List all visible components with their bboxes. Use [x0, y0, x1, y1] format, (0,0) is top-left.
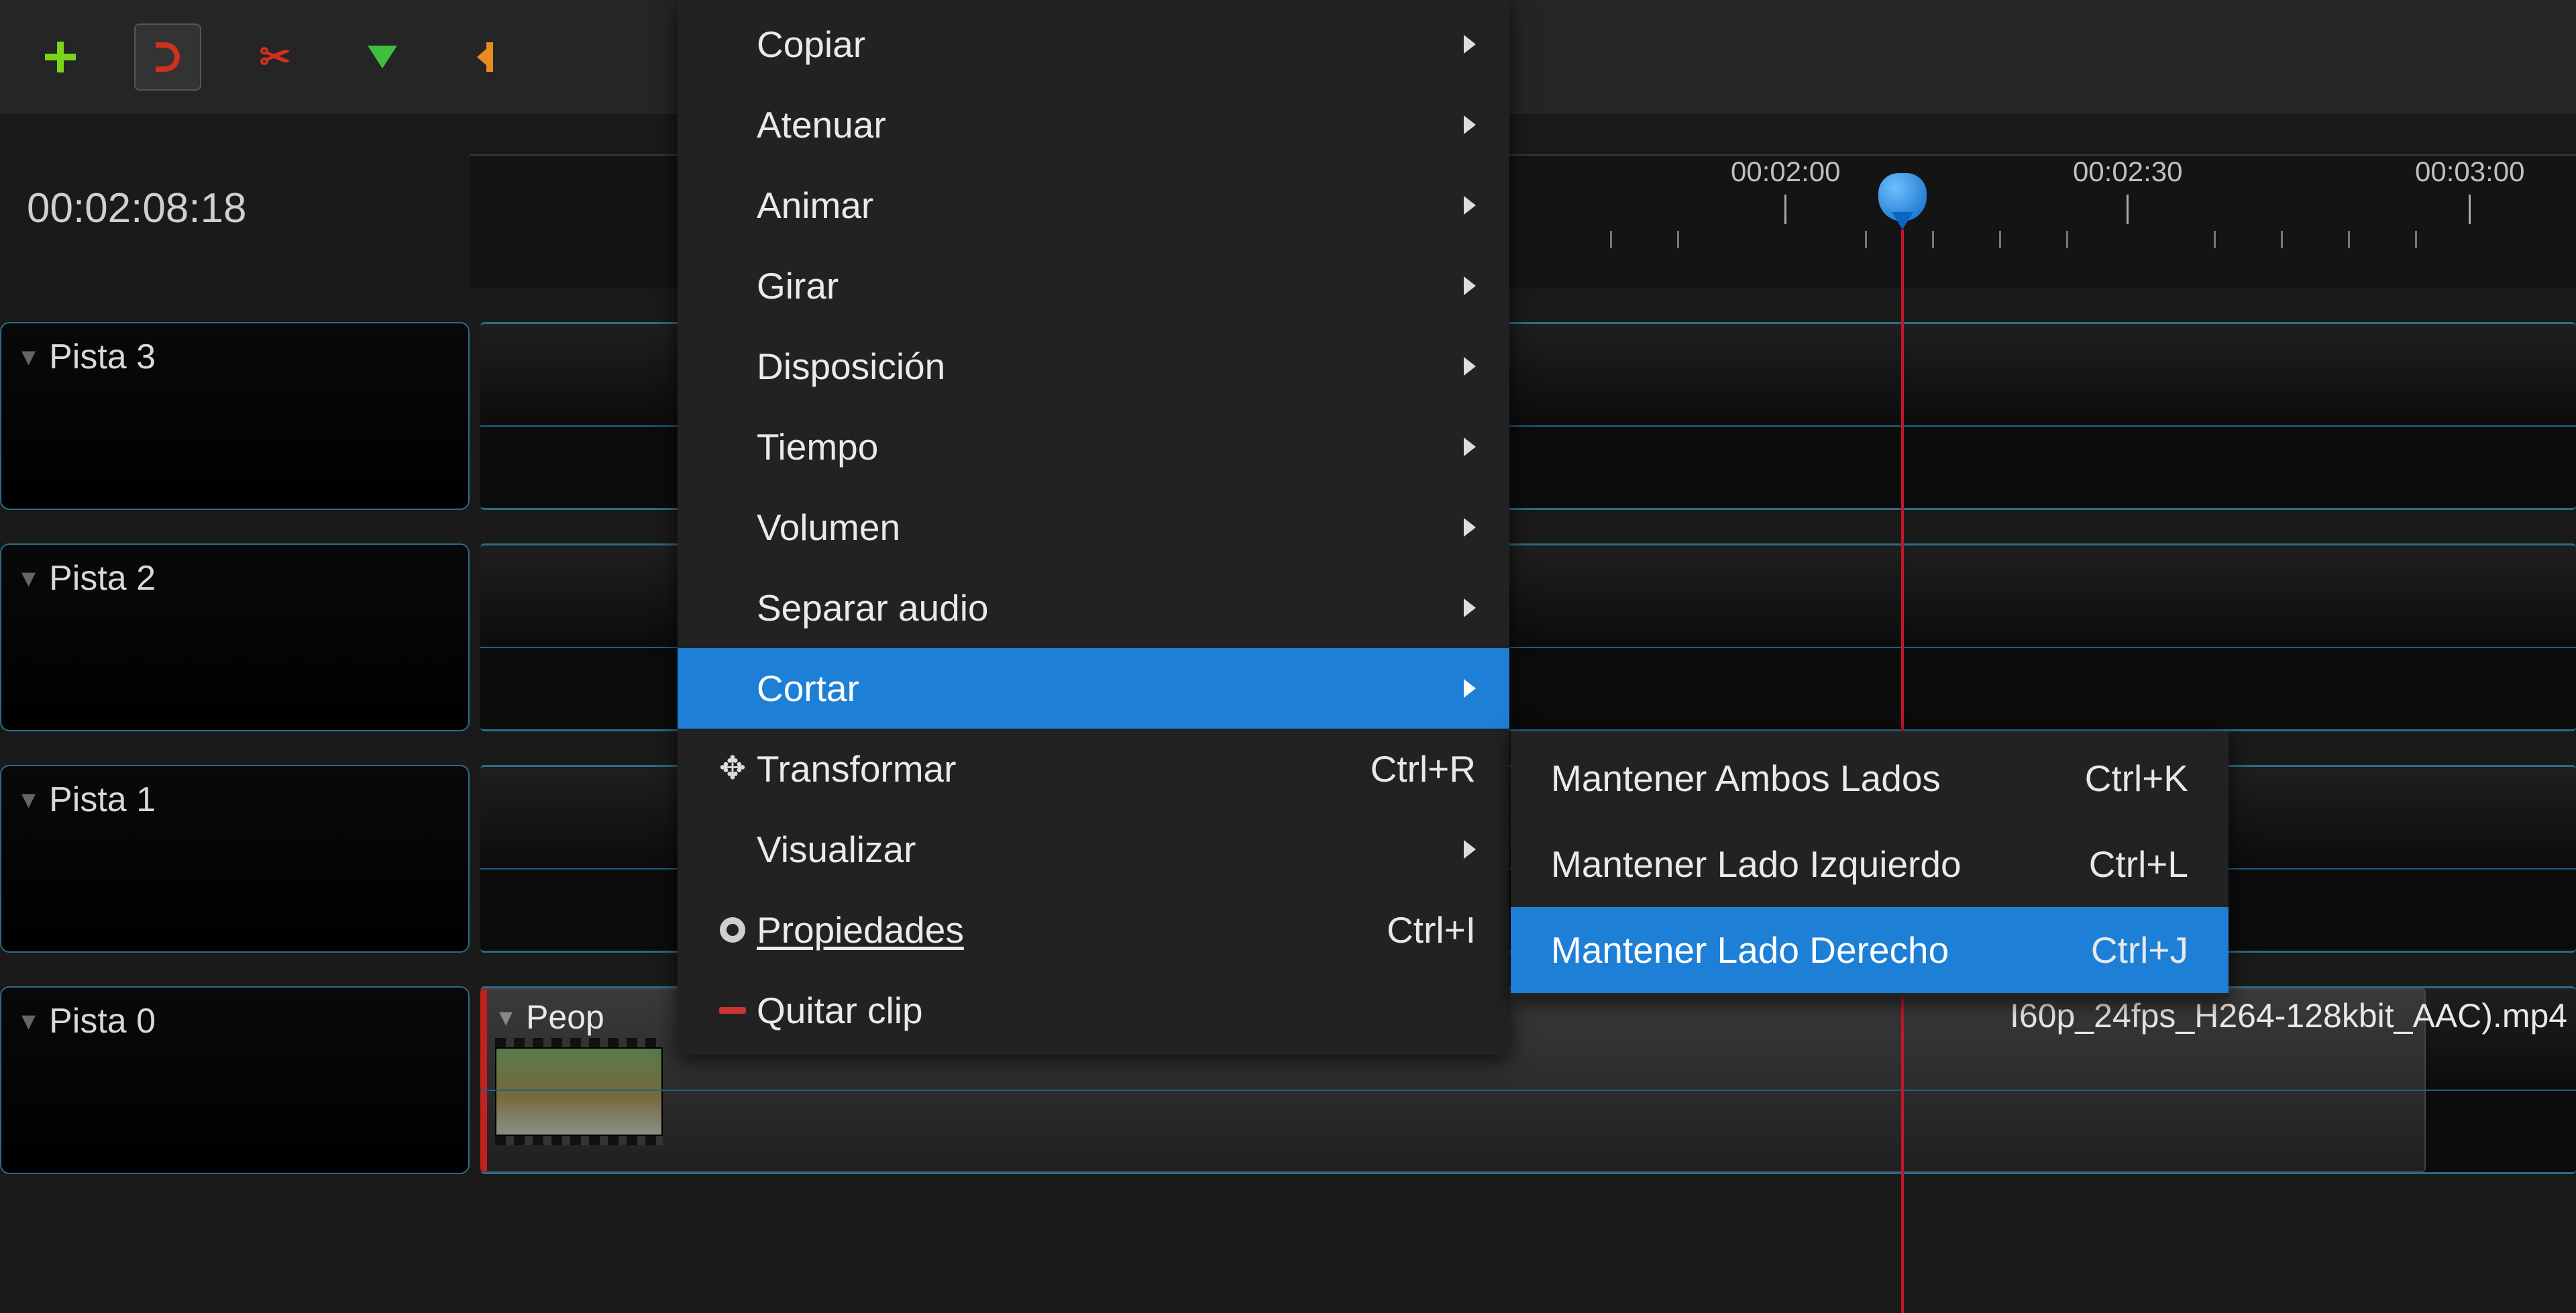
menu-item-label: Animar [757, 184, 1464, 227]
track-header[interactable]: ▾ Pista 0 [0, 986, 470, 1174]
chevron-right-icon [1464, 357, 1476, 376]
menu-item-shortcut: Ctrl+R [1371, 747, 1476, 790]
ruler-tick-label: 00:03:00 [2415, 156, 2525, 195]
menu-item-propiedades[interactable]: Propiedades Ctrl+I [678, 890, 1509, 970]
chevron-right-icon [1464, 115, 1476, 134]
marker-orange-icon [486, 42, 493, 72]
remove-icon [719, 1007, 746, 1014]
menu-item-animar[interactable]: Animar [678, 165, 1509, 246]
menu-item-shortcut: Ctrl+I [1387, 908, 1476, 951]
menu-item-label: Mantener Lado Izquierdo [1551, 843, 2008, 886]
menu-item-label: Mantener Ambos Lados [1551, 757, 2004, 800]
scissors-icon: ✂ [260, 35, 291, 79]
chevron-right-icon [1464, 437, 1476, 456]
track-label: Pista 2 [49, 558, 156, 598]
menu-item-label: Mantener Lado Derecho [1551, 929, 2010, 971]
track-label: Pista 3 [49, 337, 156, 377]
magnet-icon [156, 42, 180, 72]
chevron-right-icon [1464, 840, 1476, 859]
chevron-down-icon: ▾ [499, 1002, 513, 1033]
menu-item-label: Propiedades [757, 908, 1306, 951]
chevron-right-icon [1464, 35, 1476, 54]
ruler-tick: 00:03:00 [2415, 156, 2525, 224]
track-header[interactable]: ▾ Pista 2 [0, 543, 470, 731]
ruler-tick-label: 00:02:00 [1731, 156, 1841, 195]
clip-title: Peop [526, 998, 604, 1037]
track-header[interactable]: ▾ Pista 3 [0, 322, 470, 510]
cut-button[interactable]: ✂ [241, 23, 309, 91]
menu-item-separar-audio[interactable]: Separar audio [678, 568, 1509, 648]
add-button[interactable] [27, 23, 94, 91]
menu-item-label: Disposición [757, 345, 1464, 388]
chevron-down-icon: ▾ [21, 564, 36, 592]
menu-item-label: Copiar [757, 23, 1464, 66]
menu-item-label: Volumen [757, 506, 1464, 549]
menu-item-quitar-clip[interactable]: Quitar clip [678, 970, 1509, 1051]
chevron-right-icon [1464, 598, 1476, 617]
menu-item-label: Cortar [757, 667, 1464, 710]
clip-thumbnail [495, 1038, 663, 1145]
menu-item-cortar[interactable]: Cortar [678, 648, 1509, 729]
menu-item-girar[interactable]: Girar [678, 246, 1509, 326]
menu-item-label: Atenuar [757, 103, 1464, 146]
submenu-cortar: Mantener Ambos Lados Ctrl+K Mantener Lad… [1511, 731, 2229, 997]
ruler-tick: 00:02:30 [2073, 156, 2183, 224]
playhead-handle-icon [1878, 173, 1927, 221]
track-header[interactable]: ▾ Pista 1 [0, 765, 470, 953]
chevron-down-icon: ▾ [21, 785, 36, 813]
menu-item-tiempo[interactable]: Tiempo [678, 407, 1509, 487]
playhead[interactable] [1878, 173, 1927, 221]
timecode-display[interactable]: 00:02:08:18 [0, 185, 470, 232]
video-editor-timeline: ✂ 00:02:08:18 00:02:00 00:02:30 00:03:00 [0, 0, 2576, 1313]
snap-button[interactable] [134, 23, 201, 91]
menu-item-label: Quitar clip [757, 989, 1476, 1032]
menu-item-shortcut: Ctrl+J [2091, 929, 2188, 971]
ruler-tick: 00:02:00 [1731, 156, 1841, 224]
chevron-right-icon [1464, 276, 1476, 295]
menu-item-copiar[interactable]: Copiar [678, 4, 1509, 85]
track-label: Pista 1 [49, 780, 156, 820]
chevron-down-icon: ▾ [21, 1006, 36, 1035]
ruler-tick-label: 00:02:30 [2073, 156, 2183, 195]
menu-item-label: Separar audio [757, 586, 1464, 629]
chevron-right-icon [1464, 518, 1476, 537]
track-label: Pista 0 [49, 1001, 156, 1041]
clip-title-right: I60p_24fps_H264-128kbit_AAC).mp4 [2010, 996, 2567, 1035]
gear-icon [720, 917, 745, 943]
menu-item-visualizar[interactable]: Visualizar [678, 809, 1509, 890]
menu-item-atenuar[interactable]: Atenuar [678, 85, 1509, 165]
marker-green-icon [368, 46, 397, 68]
submenu-item-izquierdo[interactable]: Mantener Lado Izquierdo Ctrl+L [1511, 821, 2229, 907]
menu-item-shortcut: Ctrl+L [2089, 843, 2188, 886]
plus-icon [45, 42, 76, 72]
marker-button[interactable] [349, 23, 416, 91]
playhead-start-button[interactable] [456, 23, 523, 91]
chevron-down-icon: ▾ [21, 342, 36, 370]
menu-item-disposicion[interactable]: Disposición [678, 326, 1509, 407]
menu-item-label: Transformar [757, 747, 1290, 790]
menu-item-transformar[interactable]: ✥ Transformar Ctrl+R [678, 729, 1509, 809]
menu-item-label: Girar [757, 264, 1464, 307]
submenu-item-derecho[interactable]: Mantener Lado Derecho Ctrl+J [1511, 907, 2229, 993]
chevron-right-icon [1464, 679, 1476, 698]
menu-item-volumen[interactable]: Volumen [678, 487, 1509, 568]
menu-item-label: Visualizar [757, 828, 1464, 871]
menu-item-label: Tiempo [757, 425, 1464, 468]
chevron-right-icon [1464, 196, 1476, 215]
clip-context-menu: Copiar Atenuar Animar Girar Disposición … [678, 0, 1509, 1055]
menu-item-shortcut: Ctrl+K [2085, 757, 2188, 800]
submenu-item-ambos[interactable]: Mantener Ambos Lados Ctrl+K [1511, 735, 2229, 821]
move-icon: ✥ [719, 753, 746, 785]
